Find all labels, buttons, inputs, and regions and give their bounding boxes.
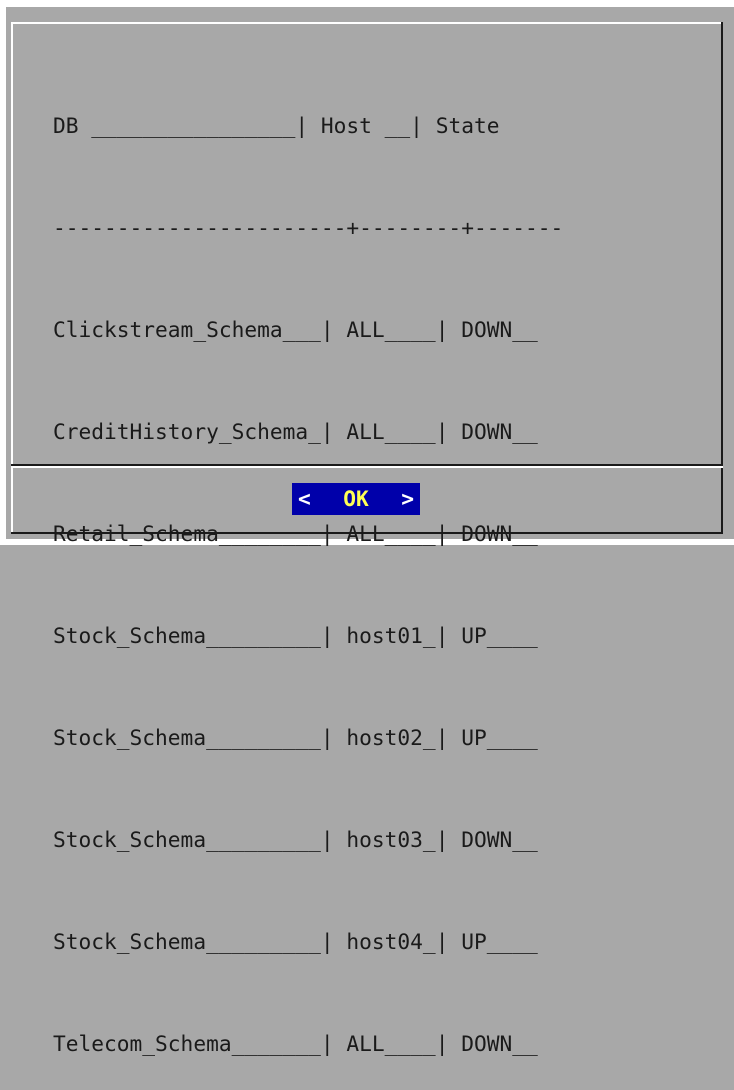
table-row: Telecom_Schema_______| ALL____| DOWN__: [53, 1027, 563, 1061]
row-db: Stock_Schema_________|: [53, 623, 334, 648]
frame-left-edge: [0, 0, 6, 545]
row-db: Telecom_Schema_______|: [53, 1031, 334, 1056]
header-host: Host __|: [308, 113, 423, 138]
table-row: CreditHistory_Schema_| ALL____| DOWN__: [53, 415, 563, 449]
row-state: UP____: [448, 725, 538, 750]
dialog: DB ________________| Host __| State ----…: [0, 0, 734, 1056]
row-host: ALL____|: [333, 317, 449, 342]
row-state: DOWN__: [448, 521, 538, 546]
row-state: DOWN__: [448, 827, 538, 852]
row-state: DOWN__: [448, 317, 538, 342]
header-db: DB ________________|: [53, 113, 309, 138]
ok-button-left-bracket: <: [298, 486, 311, 511]
table-row: Retail_Schema________| ALL____| DOWN__: [53, 517, 563, 551]
row-db: Stock_Schema_________|: [53, 827, 334, 852]
table-row: Stock_Schema_________| host02_| UP____: [53, 721, 563, 755]
box-border-right: [721, 22, 723, 534]
ok-button-label: OK: [343, 486, 369, 511]
row-host: ALL____|: [333, 521, 449, 546]
header-state: State: [422, 113, 500, 138]
table-row: Stock_Schema_________| host01_| UP____: [53, 619, 563, 653]
db-status-table: DB ________________| Host __| State ----…: [53, 41, 563, 1090]
table-header: DB ________________| Host __| State: [53, 109, 563, 143]
ok-button-right-bracket: >: [401, 486, 414, 511]
row-host: host01_|: [333, 623, 449, 648]
table-row: Stock_Schema_________| host03_| DOWN__: [53, 823, 563, 857]
box-border-top: [11, 22, 723, 24]
row-db: Clickstream_Schema___|: [53, 317, 334, 342]
row-db: Stock_Schema_________|: [53, 929, 334, 954]
box-border-left: [11, 22, 13, 534]
row-host: host04_|: [333, 929, 449, 954]
row-host: host03_|: [333, 827, 449, 852]
row-db: CreditHistory_Schema_|: [53, 419, 334, 444]
row-host: host02_|: [333, 725, 449, 750]
table-separator: -----------------------+--------+-------: [53, 211, 563, 245]
ok-button[interactable]: < OK >: [292, 483, 420, 515]
row-state: DOWN__: [448, 1031, 538, 1056]
row-state: UP____: [448, 929, 538, 954]
row-state: UP____: [448, 623, 538, 648]
frame-top-edge: [0, 0, 734, 7]
row-db: Stock_Schema_________|: [53, 725, 334, 750]
table-row: Stock_Schema_________| host04_| UP____: [53, 925, 563, 959]
table-row: Clickstream_Schema___| ALL____| DOWN__: [53, 313, 563, 347]
row-host: ALL____|: [333, 419, 449, 444]
separator-line: -----------------------+--------+-------: [53, 215, 564, 240]
row-db: Retail_Schema________|: [53, 521, 334, 546]
row-state: DOWN__: [448, 419, 538, 444]
row-host: ALL____|: [333, 1031, 449, 1056]
